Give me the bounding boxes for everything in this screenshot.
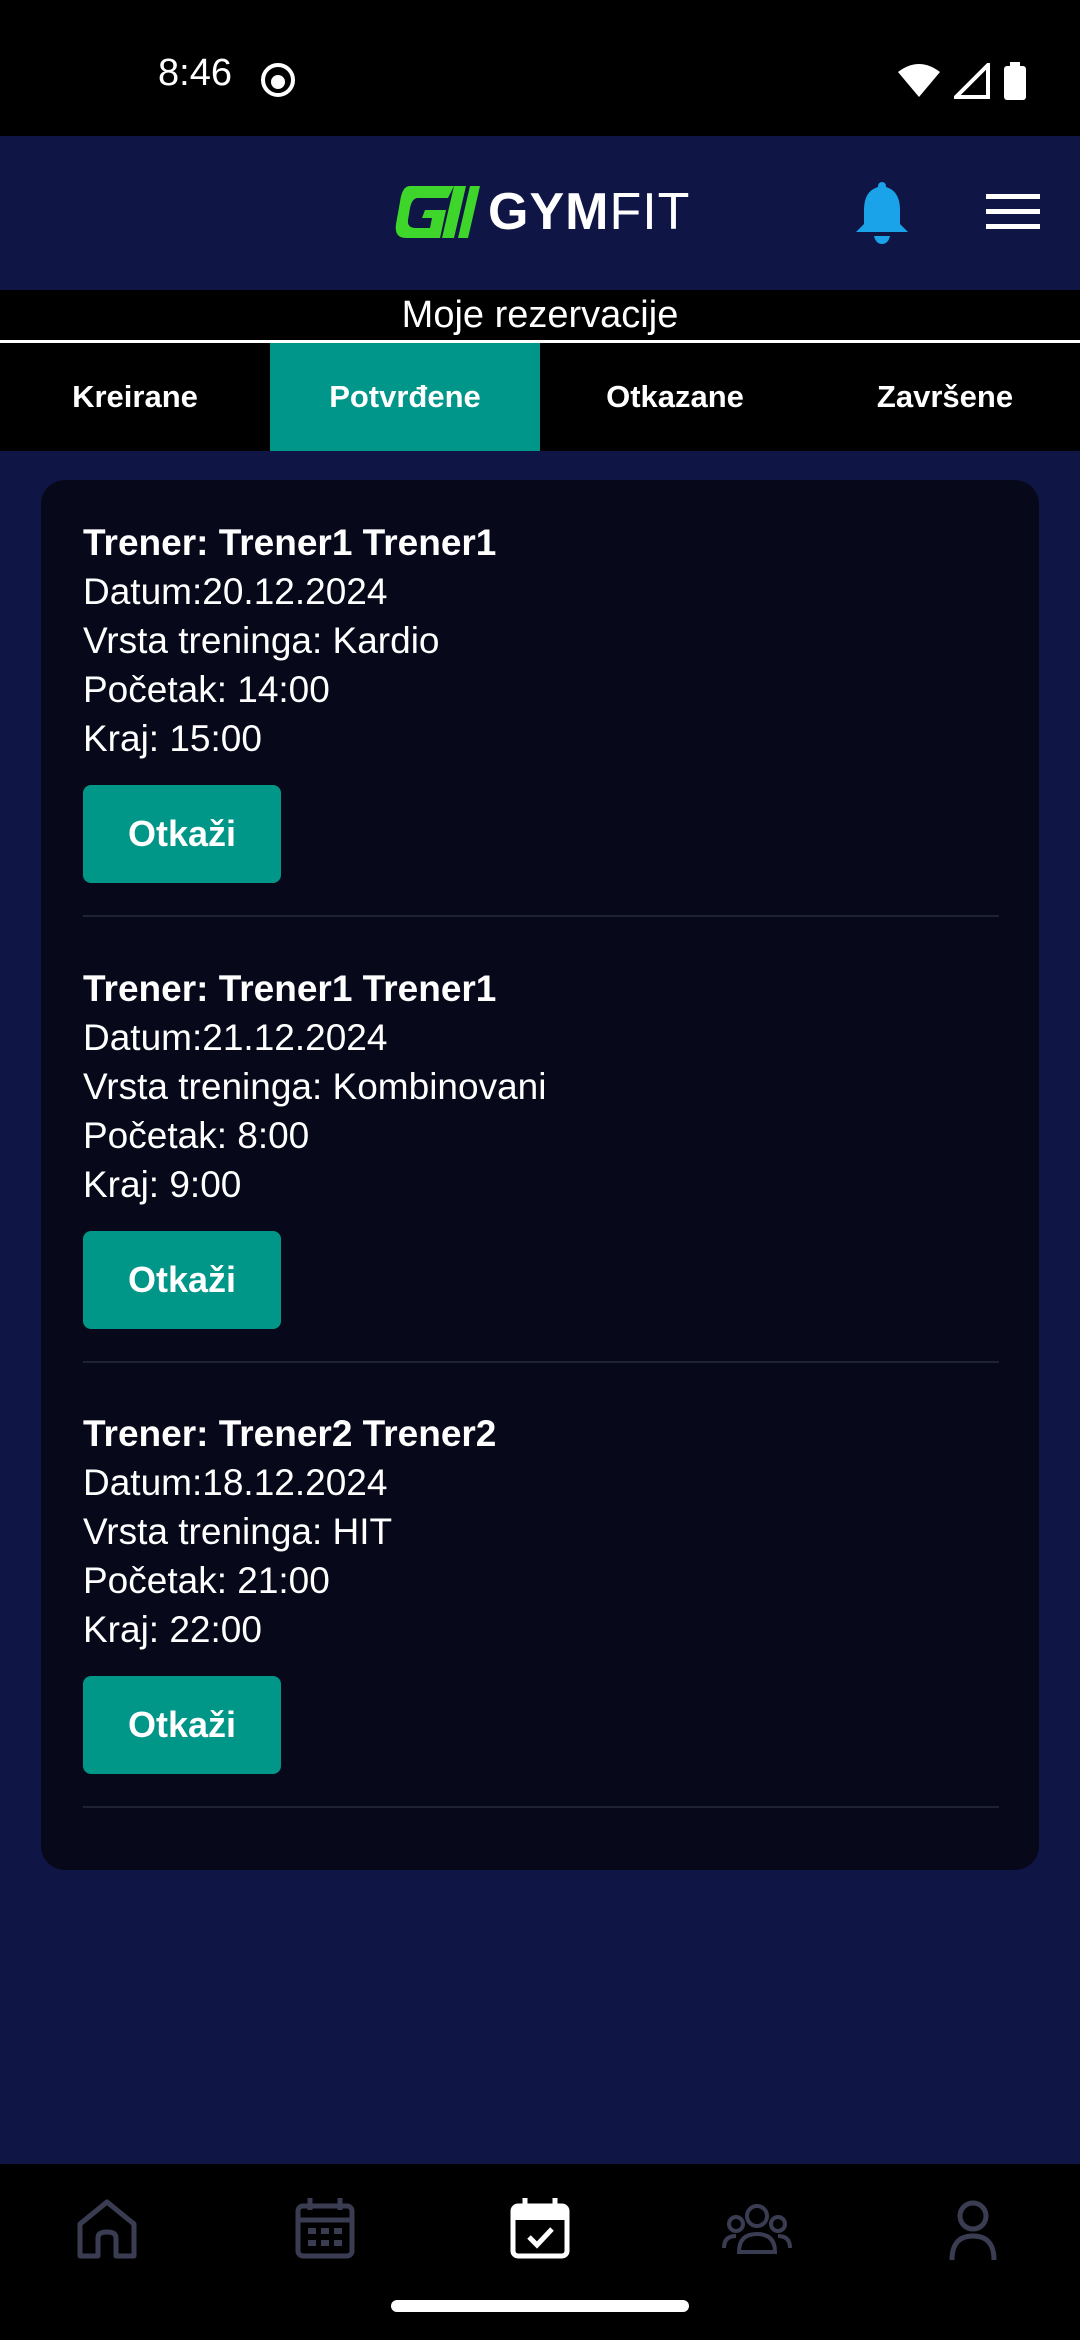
bell-icon[interactable] bbox=[852, 178, 912, 244]
hamburger-menu-icon[interactable] bbox=[986, 192, 1040, 232]
training-type: Vrsta treninga: Kardio bbox=[83, 620, 440, 661]
battery-icon bbox=[1004, 62, 1026, 100]
reservation-item: Trener: Trener1 Trener1 Datum:20.12.2024… bbox=[83, 518, 999, 883]
app-notification-icon bbox=[261, 63, 295, 97]
tab-zavrsene[interactable]: Završene bbox=[810, 343, 1080, 451]
gymfit-logo-icon bbox=[395, 186, 480, 238]
start-time: Početak: 14:00 bbox=[83, 669, 330, 710]
trainer-name: Trener: Trener1 Trener1 bbox=[83, 968, 497, 1009]
reservation-item: Trener: Trener2 Trener2 Datum:18.12.2024… bbox=[83, 1409, 999, 1774]
status-bar: 8:46 bbox=[0, 0, 1080, 136]
logo-text-gym: GYM bbox=[488, 183, 610, 241]
end-time: Kraj: 9:00 bbox=[83, 1164, 242, 1205]
training-type: Vrsta treninga: Kombinovani bbox=[83, 1066, 547, 1107]
wifi-icon bbox=[898, 64, 940, 97]
item-divider bbox=[83, 915, 999, 917]
training-type: Vrsta treninga: HIT bbox=[83, 1511, 393, 1552]
signal-icon bbox=[954, 63, 990, 99]
reservation-tabs: Kreirane Potvrđene Otkazane Završene bbox=[0, 343, 1080, 451]
reservation-date: Datum:20.12.2024 bbox=[83, 571, 388, 612]
item-divider bbox=[83, 1361, 999, 1363]
calendar-check-icon[interactable] bbox=[505, 2194, 575, 2264]
home-indicator[interactable] bbox=[391, 2300, 689, 2312]
profile-icon[interactable] bbox=[938, 2194, 1008, 2264]
cancel-button[interactable]: Otkaži bbox=[83, 1676, 281, 1774]
status-time: 8:46 bbox=[158, 52, 232, 94]
tab-kreirane[interactable]: Kreirane bbox=[0, 343, 270, 451]
page-title: Moje rezervacije bbox=[0, 290, 1080, 340]
reservations-list: Trener: Trener1 Trener1 Datum:20.12.2024… bbox=[41, 480, 1039, 1870]
start-time: Početak: 8:00 bbox=[83, 1115, 310, 1156]
item-divider bbox=[83, 1806, 999, 1808]
home-icon[interactable] bbox=[72, 2194, 142, 2264]
status-icons bbox=[898, 62, 1026, 100]
group-icon[interactable] bbox=[722, 2194, 792, 2264]
end-time: Kraj: 15:00 bbox=[83, 718, 262, 759]
tab-otkazane[interactable]: Otkazane bbox=[540, 343, 810, 451]
start-time: Početak: 21:00 bbox=[83, 1560, 330, 1601]
trainer-name: Trener: Trener2 Trener2 bbox=[83, 1413, 497, 1454]
end-time: Kraj: 22:00 bbox=[83, 1609, 262, 1650]
app-header: GYMFIT bbox=[0, 136, 1080, 290]
calendar-icon[interactable] bbox=[290, 2194, 360, 2264]
logo-text: GYMFIT bbox=[488, 182, 690, 242]
reservation-date: Datum:21.12.2024 bbox=[83, 1017, 388, 1058]
reservation-date: Datum:18.12.2024 bbox=[83, 1462, 388, 1503]
reservation-item: Trener: Trener1 Trener1 Datum:21.12.2024… bbox=[83, 964, 999, 1329]
cancel-button[interactable]: Otkaži bbox=[83, 1231, 281, 1329]
tab-potvrdene[interactable]: Potvrđene bbox=[270, 343, 540, 451]
trainer-name: Trener: Trener1 Trener1 bbox=[83, 522, 497, 563]
bottom-navigation bbox=[0, 2164, 1080, 2340]
cancel-button[interactable]: Otkaži bbox=[83, 785, 281, 883]
logo-text-fit: FIT bbox=[609, 183, 691, 241]
gymfit-logo[interactable]: GYMFIT bbox=[392, 182, 690, 242]
